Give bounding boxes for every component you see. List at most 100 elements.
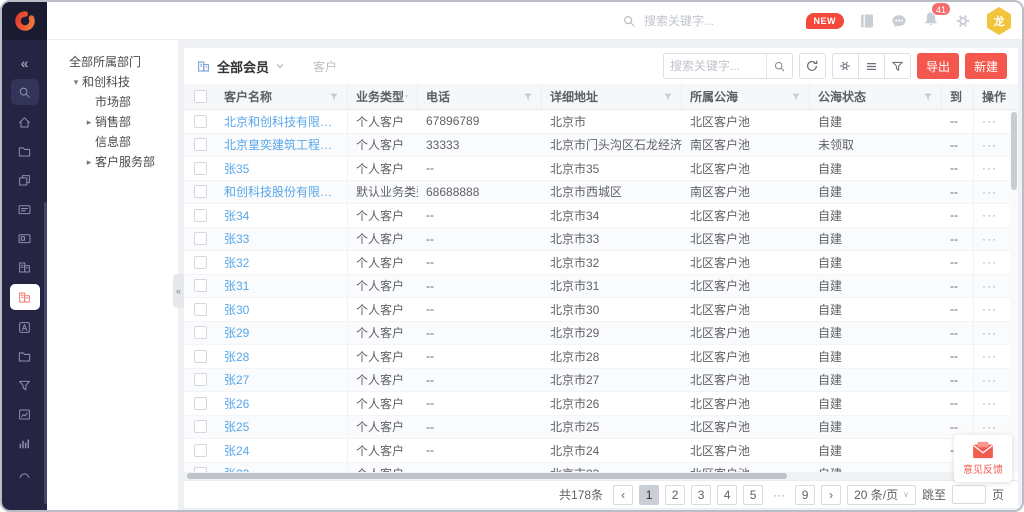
search-icon[interactable] bbox=[11, 79, 39, 105]
row-actions-button[interactable]: ··· bbox=[982, 396, 997, 410]
collapse-nav-icon[interactable]: « bbox=[2, 48, 47, 77]
row-actions-button[interactable]: ··· bbox=[982, 232, 997, 246]
row-checkbox[interactable] bbox=[194, 256, 207, 269]
notifications[interactable]: 41 bbox=[922, 10, 940, 33]
chat-icon[interactable] bbox=[890, 12, 908, 30]
customer-name-link[interactable]: 北京和创科技有限公司 bbox=[224, 113, 339, 130]
column-header-status[interactable]: 公海状态 bbox=[810, 84, 942, 109]
column-header-due[interactable]: 到 bbox=[942, 84, 974, 109]
tree-caret-icon[interactable]: ▾ bbox=[70, 72, 82, 92]
page-button-3[interactable]: 3 bbox=[691, 485, 711, 505]
filter-icon[interactable] bbox=[523, 92, 533, 102]
tree-caret-icon[interactable]: ▸ bbox=[83, 152, 95, 172]
bar-chart-icon[interactable] bbox=[2, 429, 47, 458]
customer-name-link[interactable]: 张35 bbox=[224, 160, 249, 177]
tree-item[interactable]: 信息部 bbox=[47, 132, 178, 152]
row-checkbox[interactable] bbox=[194, 279, 207, 292]
page-button-5[interactable]: 5 bbox=[743, 485, 763, 505]
row-checkbox[interactable] bbox=[194, 209, 207, 222]
more-pages-button[interactable]: ··· bbox=[769, 485, 789, 505]
global-search-input[interactable] bbox=[644, 14, 794, 28]
row-actions-button[interactable]: ··· bbox=[982, 185, 997, 199]
customer-name-link[interactable]: 张33 bbox=[224, 230, 249, 247]
report-icon[interactable] bbox=[2, 400, 47, 429]
customer-name-link[interactable]: 张31 bbox=[224, 277, 249, 294]
next-page-button[interactable]: › bbox=[821, 485, 841, 505]
home-icon[interactable] bbox=[2, 108, 47, 137]
filter-icon[interactable] bbox=[791, 92, 801, 102]
row-actions-button[interactable]: ··· bbox=[982, 373, 997, 387]
column-header-type[interactable]: 业务类型 bbox=[348, 84, 418, 109]
column-settings-button[interactable] bbox=[832, 53, 859, 79]
filter-icon[interactable] bbox=[329, 92, 339, 102]
column-header-pool[interactable]: 所属公海 bbox=[682, 84, 810, 109]
list-view-button[interactable] bbox=[858, 53, 885, 79]
customer-name-link[interactable]: 张23 bbox=[224, 465, 249, 472]
tree-item[interactable]: 市场部 bbox=[47, 92, 178, 112]
row-actions-button[interactable]: ··· bbox=[982, 208, 997, 222]
tree-item[interactable]: ▾和创科技 bbox=[47, 72, 178, 92]
page-button-1[interactable]: 1 bbox=[639, 485, 659, 505]
vertical-scrollbar[interactable] bbox=[1010, 110, 1018, 472]
global-search[interactable] bbox=[622, 2, 794, 40]
funnel-icon[interactable] bbox=[2, 371, 47, 400]
jump-page-input[interactable] bbox=[952, 485, 986, 504]
row-checkbox[interactable] bbox=[194, 303, 207, 316]
row-actions-button[interactable]: ··· bbox=[982, 255, 997, 269]
chevron-down-icon[interactable] bbox=[275, 61, 285, 71]
sidebar-scrollbar[interactable] bbox=[44, 202, 47, 504]
filter-icon[interactable] bbox=[923, 92, 933, 102]
select-all-checkbox[interactable] bbox=[194, 90, 207, 103]
row-checkbox[interactable] bbox=[194, 232, 207, 245]
row-checkbox[interactable] bbox=[194, 397, 207, 410]
new-badge[interactable]: NEW bbox=[806, 13, 845, 29]
page-button-4[interactable]: 4 bbox=[717, 485, 737, 505]
column-header-actions[interactable]: 操作 bbox=[974, 84, 1010, 109]
folder-icon[interactable] bbox=[2, 137, 47, 166]
notebook-icon[interactable] bbox=[858, 12, 876, 30]
row-checkbox[interactable] bbox=[194, 350, 207, 363]
customer-name-link[interactable]: 北京皇奕建筑工程有限公司 bbox=[224, 136, 339, 153]
filter-icon[interactable] bbox=[404, 92, 409, 102]
row-actions-button[interactable]: ··· bbox=[982, 114, 997, 128]
row-actions-button[interactable]: ··· bbox=[982, 138, 997, 152]
row-checkbox[interactable] bbox=[194, 420, 207, 433]
row-checkbox[interactable] bbox=[194, 138, 207, 151]
refresh-button[interactable] bbox=[799, 53, 826, 79]
filter-button[interactable] bbox=[884, 53, 911, 79]
row-actions-button[interactable]: ··· bbox=[982, 349, 997, 363]
tree-item[interactable]: 全部所属部门 bbox=[47, 52, 178, 72]
page-button-9[interactable]: 9 bbox=[795, 485, 815, 505]
copy-icon[interactable] bbox=[2, 166, 47, 195]
customer-name-link[interactable]: 张26 bbox=[224, 395, 249, 412]
column-header-address[interactable]: 详细地址 bbox=[542, 84, 682, 109]
row-checkbox[interactable] bbox=[194, 326, 207, 339]
page-size-select[interactable]: 20 条/页 ∨ bbox=[847, 485, 916, 505]
customer-name-link[interactable]: 张30 bbox=[224, 301, 249, 318]
column-header-name[interactable]: 客户名称 bbox=[216, 84, 348, 109]
customer-name-link[interactable]: 张24 bbox=[224, 442, 249, 459]
page-button-2[interactable]: 2 bbox=[665, 485, 685, 505]
tree-item[interactable]: ▸销售部 bbox=[47, 112, 178, 132]
gear-icon[interactable] bbox=[954, 12, 972, 30]
filter-icon[interactable] bbox=[663, 92, 673, 102]
create-button[interactable]: 新建 bbox=[965, 53, 1007, 79]
tree-item[interactable]: ▸客户服务部 bbox=[47, 152, 178, 172]
customer-name-link[interactable]: 张29 bbox=[224, 324, 249, 341]
list-search-input[interactable] bbox=[664, 59, 766, 73]
organization-icon[interactable] bbox=[2, 253, 47, 282]
row-checkbox[interactable] bbox=[194, 444, 207, 457]
row-checkbox[interactable] bbox=[194, 115, 207, 128]
customer-name-link[interactable]: 张27 bbox=[224, 371, 249, 388]
tree-caret-icon[interactable]: ▸ bbox=[83, 112, 95, 132]
card-block-icon[interactable] bbox=[2, 224, 47, 253]
customer-name-link[interactable]: 和创科技股份有限公司 bbox=[224, 183, 339, 200]
horizontal-scrollbar-thumb[interactable] bbox=[187, 473, 787, 479]
customer-name-link[interactable]: 张34 bbox=[224, 207, 249, 224]
feedback-widget[interactable]: 意见反馈 bbox=[954, 435, 1012, 482]
row-actions-button[interactable]: ··· bbox=[982, 420, 997, 434]
row-checkbox[interactable] bbox=[194, 162, 207, 175]
row-checkbox[interactable] bbox=[194, 185, 207, 198]
folder2-icon[interactable] bbox=[2, 342, 47, 371]
tab-customers[interactable]: 客户 bbox=[313, 58, 337, 75]
